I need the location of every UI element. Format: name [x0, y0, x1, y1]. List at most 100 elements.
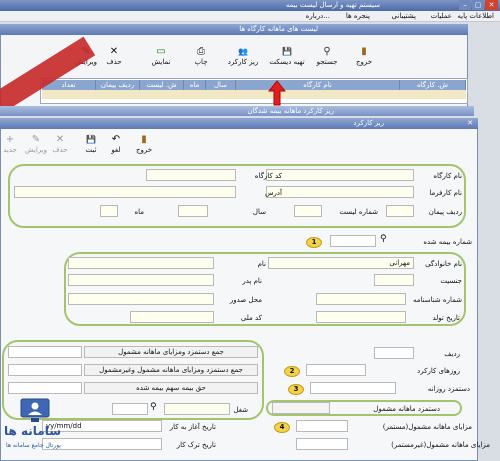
national-code-field[interactable]: [130, 311, 214, 323]
dialog-new-button[interactable]: + جدید: [0, 134, 20, 154]
menu-support[interactable]: پشتیبانی: [392, 12, 416, 20]
workshop-code-field[interactable]: [146, 169, 236, 181]
dialog-delete-button[interactable]: ✕ حذف: [50, 134, 70, 154]
dialog-edit-label: ویرایش: [24, 146, 47, 154]
door-icon: ▮: [141, 134, 147, 145]
family-name-value: مهرانی: [389, 259, 410, 267]
display-icon: ▭: [156, 46, 166, 57]
workshop-name-label: نام کارگاه: [433, 172, 462, 180]
arrow-up-icon: [268, 80, 286, 106]
work-days-field[interactable]: [306, 364, 366, 376]
minimize-icon[interactable]: –: [459, 0, 471, 10]
start-date-label: تاریخ آغاز به کار: [169, 423, 216, 431]
total-wage-benefits-label-box: جمع دستمزد ومزایای ماهانه مشمول: [84, 346, 258, 358]
selected-row[interactable]: [42, 90, 466, 99]
family-name-label: نام خانوادگی: [425, 260, 462, 268]
dialog-save-label: ثبت: [85, 146, 97, 154]
insured-share-label: حق بیمه سهم بیمه شده: [136, 384, 206, 392]
id-number-label: شماره شناسنامه: [412, 296, 462, 304]
lists-window-title: لیست های ماهانه کارگاه ها: [239, 25, 318, 33]
gender-field[interactable]: [374, 274, 414, 286]
monthly-wage-field[interactable]: [272, 402, 330, 414]
end-date-label: تاریخ ترک کار: [176, 441, 216, 449]
column-header-month[interactable]: ماه: [184, 80, 206, 90]
callout-3: 3: [288, 384, 304, 395]
close-icon[interactable]: ✕: [485, 0, 498, 10]
maximize-icon[interactable]: ▢: [472, 0, 484, 10]
id-number-field[interactable]: [316, 293, 406, 305]
contract-row-label: ردیف پیمان: [428, 208, 462, 216]
toolbar-disk-button[interactable]: 💾 تهیه دیسکت: [268, 46, 306, 66]
list-number-field[interactable]: [294, 205, 322, 217]
column-header-year[interactable]: سال: [206, 80, 236, 90]
lists-window-title-bar: لیست های ماهانه کارگاه ها: [0, 24, 468, 35]
job-code-field[interactable]: [112, 403, 148, 415]
monthly-wage-label: دستمزد ماهانه مشمول: [373, 405, 440, 413]
family-name-field[interactable]: مهرانی: [268, 257, 414, 269]
workshop-name-field[interactable]: [266, 169, 414, 181]
undo-icon: ↶: [111, 134, 121, 145]
main-title-bar: سیستم تهیه و ارسال لیست بیمه ✕ ▢ –: [0, 0, 500, 11]
total-all-wage-field[interactable]: [8, 364, 82, 376]
daily-wage-label: دستمزد روزانه: [427, 385, 470, 393]
column-header-contract[interactable]: ردیف پیمان: [96, 80, 140, 90]
year-field[interactable]: [178, 205, 208, 217]
toolbar-exit-button[interactable]: ▮ خروج: [352, 46, 376, 66]
total-all-wage-label: جمع دستمزد ومزایای ماهانه مشمول وغیرمشمو…: [99, 366, 243, 374]
menu-operations[interactable]: عملیات: [431, 12, 452, 20]
toolbar-worklog-label: ریز کارکرد: [227, 58, 259, 66]
total-wage-benefits-field[interactable]: [8, 346, 82, 358]
toolbar-display-button[interactable]: ▭ نمایش: [146, 46, 176, 66]
delete-icon: ✕: [109, 46, 119, 57]
employer-name-label: نام کارفرما: [429, 189, 462, 197]
dialog-exit-button[interactable]: ▮ خروج: [132, 134, 156, 154]
employer-name-field[interactable]: [266, 186, 414, 198]
noncontinuous-benefits-label: مزایای ماهانه مشمول(غیرمستمر): [391, 441, 490, 449]
address-field[interactable]: [14, 186, 236, 198]
birth-date-field[interactable]: [316, 311, 406, 323]
toolbar-delete-button[interactable]: ✕ حذف: [103, 46, 125, 66]
column-header-workshop-no[interactable]: ش. کارگاه: [400, 80, 466, 90]
toolbar-search-button[interactable]: ⚲ جستجو: [313, 46, 341, 66]
binoculars-icon[interactable]: ⚲: [150, 402, 157, 412]
menu-about[interactable]: درباره...: [306, 12, 330, 20]
dialog-exit-label: خروج: [135, 146, 153, 154]
daily-wage-field[interactable]: [310, 382, 396, 394]
menu-base-info[interactable]: اطلاعات پایه: [457, 12, 494, 20]
menu-windows[interactable]: پنجره ها: [346, 12, 370, 20]
dialog-save-button[interactable]: 💾 ثبت: [81, 134, 101, 154]
job-label: شغل: [233, 406, 248, 414]
address-label: آدرس: [265, 189, 282, 197]
continuous-benefits-field[interactable]: [296, 420, 348, 432]
total-wage-benefits-label: جمع دستمزد ومزایای ماهانه مشمول: [118, 348, 224, 356]
dialog-new-label: جدید: [3, 146, 17, 154]
issue-place-field[interactable]: [68, 293, 214, 305]
job-name-field[interactable]: [164, 403, 230, 415]
father-name-field[interactable]: [68, 274, 214, 286]
binoculars-icon[interactable]: ⚲: [380, 234, 387, 244]
first-name-field[interactable]: [68, 257, 214, 269]
contract-row-field[interactable]: [386, 205, 414, 217]
column-header-list-no[interactable]: ش. لیست: [140, 80, 184, 90]
worklog-window-title: ریز کارکرد ماهانه بیمه شدگان: [247, 107, 334, 115]
noncontinuous-benefits-field[interactable]: [296, 438, 348, 450]
toolbar-print-button[interactable]: ⎙ چاپ: [190, 46, 212, 66]
watermark-title: سامانه ها: [4, 424, 62, 438]
column-header-workshop-name[interactable]: نام کارگاه: [236, 80, 400, 90]
insurance-number-field[interactable]: [330, 235, 376, 247]
toolbar-disk-label: تهیه دیسکت: [269, 58, 305, 66]
insured-share-field[interactable]: [8, 382, 82, 394]
dialog-edit-button[interactable]: ✎ ویرایش: [24, 134, 48, 154]
save-icon: 💾: [86, 135, 96, 144]
delete-icon: ✕: [55, 134, 65, 145]
national-code-label: کد ملی: [240, 314, 262, 322]
total-all-wage-label-box: جمع دستمزد ومزایای ماهانه مشمول وغیرمشمو…: [84, 364, 258, 376]
toolbar-worklog-button[interactable]: 👥 ریز کارکرد: [224, 46, 262, 66]
month-field[interactable]: [100, 205, 118, 217]
issue-place-label: محل صدور: [229, 296, 262, 304]
menubar: اطلاعات پایه عملیات پشتیبانی پنجره ها در…: [0, 11, 500, 22]
dialog-cancel-button[interactable]: ↶ لغو: [106, 134, 126, 154]
dialog-close-icon[interactable]: ✕: [464, 118, 476, 128]
row-field[interactable]: [374, 347, 414, 359]
insurance-number-label: شماره بیمه شده: [423, 238, 472, 246]
